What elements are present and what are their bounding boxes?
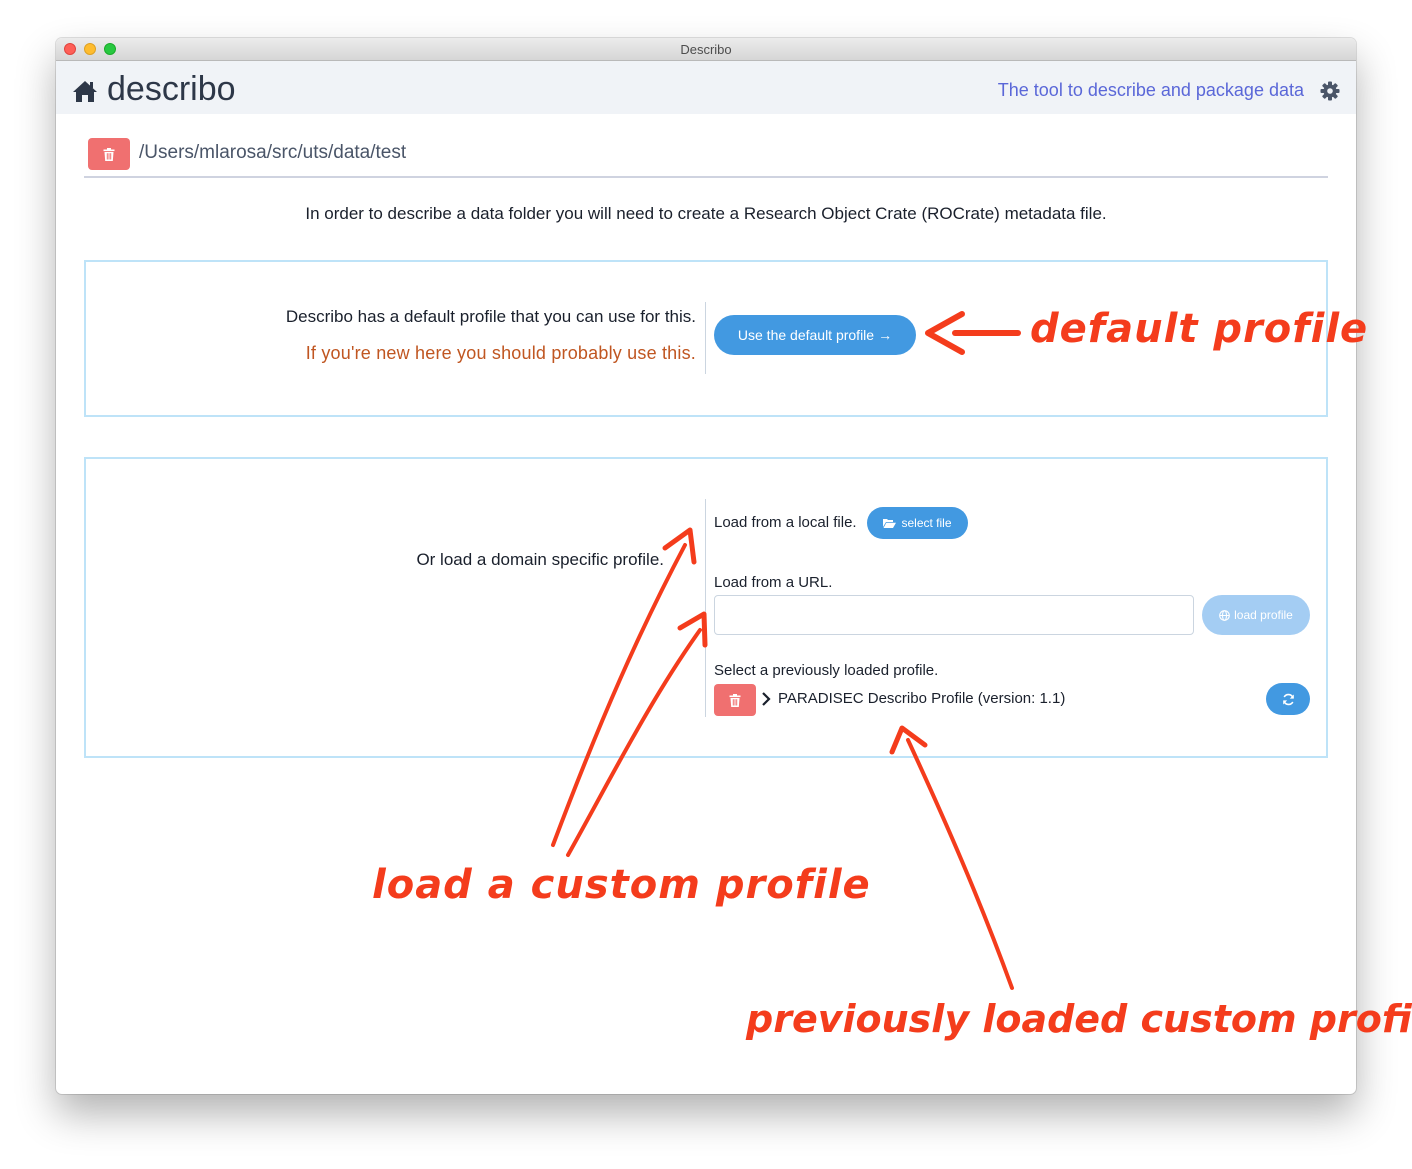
globe-icon [1219,609,1230,621]
remove-folder-button[interactable] [88,138,130,170]
refresh-profiles-button[interactable] [1266,683,1310,715]
home-icon[interactable] [72,79,98,103]
folder-path-bar: /Users/mlarosa/src/uts/data/test [84,134,1328,178]
domain-profile-label: Or load a domain specific profile. [416,550,664,569]
load-profile-label: load profile [1234,608,1293,622]
annotation-custom-profile: load a custom profile [372,862,871,908]
brand-name[interactable]: describo [107,70,236,109]
local-file-label: Load from a local file. [714,514,857,531]
use-default-profile-label: Use the default profile [737,327,875,343]
trash-icon [103,147,115,161]
divider [705,302,706,374]
annotation-default-profile: default profile [1030,306,1369,352]
previous-profiles-label: Select a previously loaded profile. [714,662,939,679]
title-bar: Describo [56,38,1356,61]
domain-profile-panel: Or load a domain specific profile. Load … [84,457,1328,758]
intro-text: In order to describe a data folder you w… [305,204,1107,223]
default-profile-description: Describo has a default profile that you … [285,307,696,326]
default-profile-recommendation: If you're new here you should probably u… [305,343,696,363]
remove-profile-button[interactable] [714,684,756,716]
trash-icon [729,693,741,707]
navbar: describo The tool to describe and packag… [56,61,1356,114]
use-default-profile-button[interactable]: Use the default profile → [714,315,916,355]
load-profile-button[interactable]: load profile [1202,595,1310,635]
tagline: The tool to describe and package data [997,80,1304,100]
gear-icon[interactable] [1320,81,1340,101]
window-title: Describo [680,42,732,57]
app-window: Describo describo The tool to describe a… [56,38,1356,1094]
folder-open-icon [883,519,897,528]
refresh-icon [1282,693,1294,705]
previous-profile-item[interactable]: PARADISEC Describo Profile (version: 1.1… [778,690,1065,707]
url-label: Load from a URL. [714,574,833,591]
profile-url-input[interactable] [714,595,1194,635]
select-file-label: select file [901,516,952,530]
divider [705,499,706,717]
annotation-previous-profiles: previously loaded custom profiles [746,997,1412,1041]
arrow-right-icon: → [878,327,893,343]
chevron-right-icon[interactable] [761,691,771,707]
select-file-button[interactable]: select file [867,507,968,539]
folder-path: /Users/mlarosa/src/uts/data/test [139,142,407,163]
